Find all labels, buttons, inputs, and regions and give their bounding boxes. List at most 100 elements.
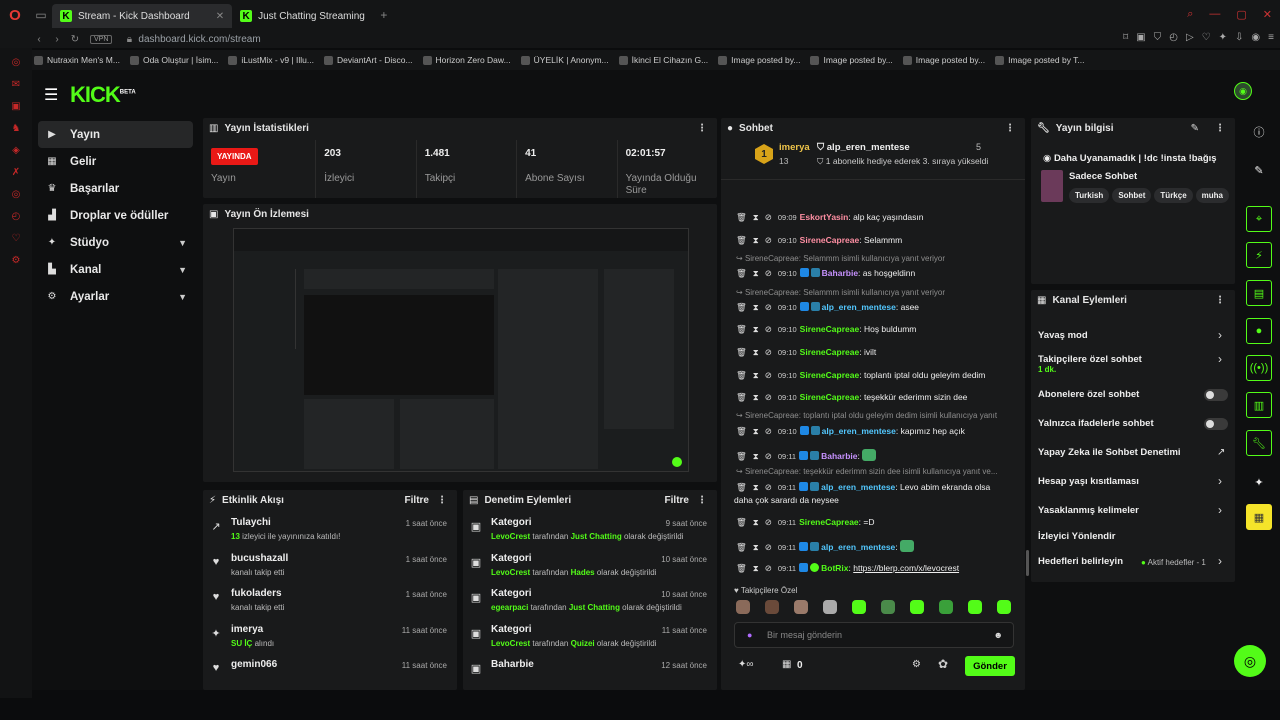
stream-tag[interactable]: Sohbet xyxy=(1112,188,1152,203)
document-icon[interactable]: ▤ xyxy=(1246,280,1272,306)
chat-settings-icon[interactable]: ⚙ xyxy=(912,659,921,670)
timeout-icon[interactable]: ⧗ xyxy=(753,302,759,312)
more-icon[interactable]: ⋮ xyxy=(697,123,707,134)
nav-item-5[interactable]: ▙ Kanal ▼ xyxy=(38,256,193,283)
more-icon[interactable]: ⋮ xyxy=(1005,123,1015,134)
channel-action[interactable]: Hedefleri belirleyin xyxy=(1038,556,1123,567)
nav-item-0[interactable]: ▶ Yayın xyxy=(38,121,193,148)
chat-message[interactable]: 🗑︎ ⧗ ⊘ 09:10 alp_eren_mentese: kapımız hep a… xyxy=(736,426,965,437)
emote-icon[interactable] xyxy=(852,600,866,614)
sidebar-icon[interactable]: ⚙ xyxy=(0,250,32,272)
sidebar-icon[interactable]: ◴ xyxy=(0,206,32,228)
timeout-icon[interactable]: ⧗ xyxy=(753,517,759,527)
sidebar-icon[interactable]: ◈ xyxy=(0,140,32,162)
chevron-right-icon[interactable]: › xyxy=(1218,352,1222,366)
timeout-icon[interactable]: ⧗ xyxy=(753,370,759,380)
send-button[interactable]: Gönder xyxy=(965,656,1015,676)
ban-icon[interactable]: ⊘ xyxy=(765,235,772,245)
maximize-icon[interactable]: ▢ xyxy=(1236,8,1246,21)
opera-logo-icon[interactable]: O xyxy=(0,7,30,24)
filter-button[interactable]: Filtre xyxy=(405,495,429,506)
delete-icon[interactable]: 🗑︎ xyxy=(736,268,747,278)
bolt-icon[interactable]: ⚡︎ xyxy=(1246,242,1272,268)
delete-icon[interactable]: 🗑︎ xyxy=(736,302,747,312)
moderation-item[interactable]: ▣ Kategori LevoCrest tarafından Hades olar… xyxy=(463,550,717,586)
sidebar-icon[interactable]: ▣ xyxy=(0,96,32,118)
bookmark-icon[interactable]: ⌑ xyxy=(1123,32,1128,43)
timeout-icon[interactable]: ⧗ xyxy=(753,268,759,278)
menu-icon[interactable]: ≡ xyxy=(1268,32,1274,43)
channel-action[interactable]: Yasaklanmış kelimeler xyxy=(1038,505,1139,516)
toggle-switch[interactable] xyxy=(1204,418,1228,430)
chat-message[interactable]: 🗑︎ ⧗ ⊘ 09:11 alp_eren_mentese: xyxy=(736,540,915,553)
emoji-icon[interactable]: ☻ xyxy=(994,630,1003,640)
close-tab-icon[interactable]: ✕ xyxy=(216,11,224,22)
ban-icon[interactable]: ⊘ xyxy=(765,563,772,573)
chevron-right-icon[interactable]: › xyxy=(1218,474,1222,488)
layout-icon[interactable]: ▥ xyxy=(1246,392,1272,418)
search-icon[interactable]: ⌕ xyxy=(1187,8,1193,21)
close-window-icon[interactable]: ✕ xyxy=(1263,8,1272,21)
ban-icon[interactable]: ⊘ xyxy=(765,392,772,402)
chevron-right-icon[interactable]: › xyxy=(1218,554,1222,568)
delete-icon[interactable]: 🗑︎ xyxy=(736,563,747,573)
bot-icon[interactable]: ✿ xyxy=(938,657,948,671)
play-icon[interactable]: ▷ xyxy=(1186,32,1194,43)
delete-icon[interactable]: 🗑︎ xyxy=(736,451,747,461)
wrench-icon[interactable]: 🔧︎ xyxy=(1246,430,1272,456)
chat-message[interactable]: 🗑︎ ⧗ ⊘ 09:11 Baharbie: xyxy=(736,449,877,462)
channel-action[interactable]: Yalnızca ifadelerle sohbet xyxy=(1038,418,1154,429)
sidebar-icon[interactable]: ◎ xyxy=(0,52,32,74)
message-user[interactable]: Baharbie xyxy=(822,268,858,278)
delete-icon[interactable]: 🗑︎ xyxy=(736,392,747,402)
delete-icon[interactable]: 🗑︎ xyxy=(736,370,747,380)
nav-item-4[interactable]: ✦ Stüdyo ▼ xyxy=(38,229,193,256)
ban-icon[interactable]: ⊘ xyxy=(765,426,772,436)
message-user[interactable]: BotRix xyxy=(821,563,848,573)
chevron-right-icon[interactable]: › xyxy=(1218,328,1222,342)
timeout-icon[interactable]: ⧗ xyxy=(753,563,759,573)
edit-icon[interactable]: ✎ xyxy=(1191,123,1199,134)
activity-item[interactable]: ♥ gemin066 11 saat önce xyxy=(203,656,457,692)
chat-input[interactable]: ● Bir mesaj gönderin ☻ xyxy=(734,622,1014,648)
bookmark-item[interactable]: DeviantArt - Disco... xyxy=(323,55,413,65)
stream-tag[interactable]: Türkçe xyxy=(1154,188,1193,203)
users-icon[interactable]: ✦ xyxy=(1246,472,1272,492)
minimize-icon[interactable]: — xyxy=(1209,8,1220,21)
bookmark-item[interactable]: İkinci El Cihazın G... xyxy=(618,55,708,65)
more-icon[interactable]: ⋮ xyxy=(697,495,707,506)
clapper-icon[interactable]: ▦ xyxy=(1246,504,1272,530)
emote-icon[interactable] xyxy=(794,600,808,614)
sidebar-icon[interactable]: ✗ xyxy=(0,162,32,184)
heart-icon[interactable]: ♡ xyxy=(1202,32,1211,43)
chatters-icon[interactable]: ✦∞ xyxy=(738,659,754,670)
more-icon[interactable]: ⋮ xyxy=(437,495,447,506)
activity-item[interactable]: ↗ Tulaychi 13 izleyici ile yayınınıza katı… xyxy=(203,514,457,550)
ban-icon[interactable]: ⊘ xyxy=(765,324,772,334)
activity-item[interactable]: ♥ fukoladers kanalı takip etti 1 saat önce xyxy=(203,585,457,621)
emote-icon[interactable] xyxy=(765,600,779,614)
emote-icon[interactable] xyxy=(939,600,953,614)
timeout-icon[interactable]: ⧗ xyxy=(753,212,759,222)
camera-icon[interactable]: ◉ xyxy=(1251,32,1260,43)
browser-tab[interactable]: K Just Chatting Streaming xyxy=(232,4,373,28)
external-link-icon[interactable]: ↗ xyxy=(1217,447,1225,458)
chat-message[interactable]: 🗑︎ ⧗ ⊘ 09:09 EskortYasin: alp kaç yaşındasın xyxy=(736,212,923,223)
delete-icon[interactable]: 🗑︎ xyxy=(736,347,747,357)
delete-icon[interactable]: 🗑︎ xyxy=(736,324,747,334)
emote-icon[interactable] xyxy=(997,600,1011,614)
gift-box-icon[interactable]: ▦ xyxy=(782,659,791,670)
nav-item-3[interactable]: ▟ Droplar ve ödüller xyxy=(38,202,193,229)
ban-icon[interactable]: ⊘ xyxy=(765,517,772,527)
nav-item-1[interactable]: ▦ Gelir xyxy=(38,148,193,175)
ban-icon[interactable]: ⊘ xyxy=(765,347,772,357)
delete-icon[interactable]: 🗑︎ xyxy=(736,235,747,245)
bookmark-item[interactable]: ÜYELİK | Anonym... xyxy=(520,55,609,65)
nav-item-6[interactable]: ⚙ Ayarlar ▼ xyxy=(38,283,193,310)
ban-icon[interactable]: ⊘ xyxy=(765,302,772,312)
timeout-icon[interactable]: ⧗ xyxy=(753,482,759,492)
chevron-right-icon[interactable]: › xyxy=(1218,503,1222,517)
chat-message[interactable]: 🗑︎ ⧗ ⊘ 09:10 Baharbie: as hoşgeldinn xyxy=(736,268,915,279)
message-user[interactable]: EskortYasin xyxy=(800,212,849,222)
message-user[interactable]: alp_eren_mentese xyxy=(821,542,895,552)
